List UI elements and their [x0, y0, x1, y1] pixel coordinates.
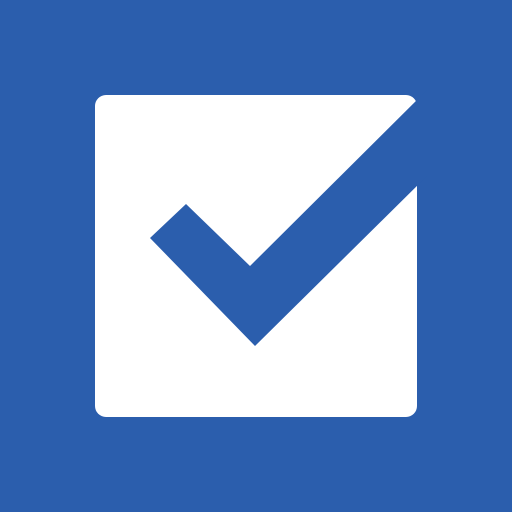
checkbox-box: [95, 95, 417, 417]
checkbox-checked-icon: [0, 0, 512, 512]
app-icon: [0, 0, 512, 512]
